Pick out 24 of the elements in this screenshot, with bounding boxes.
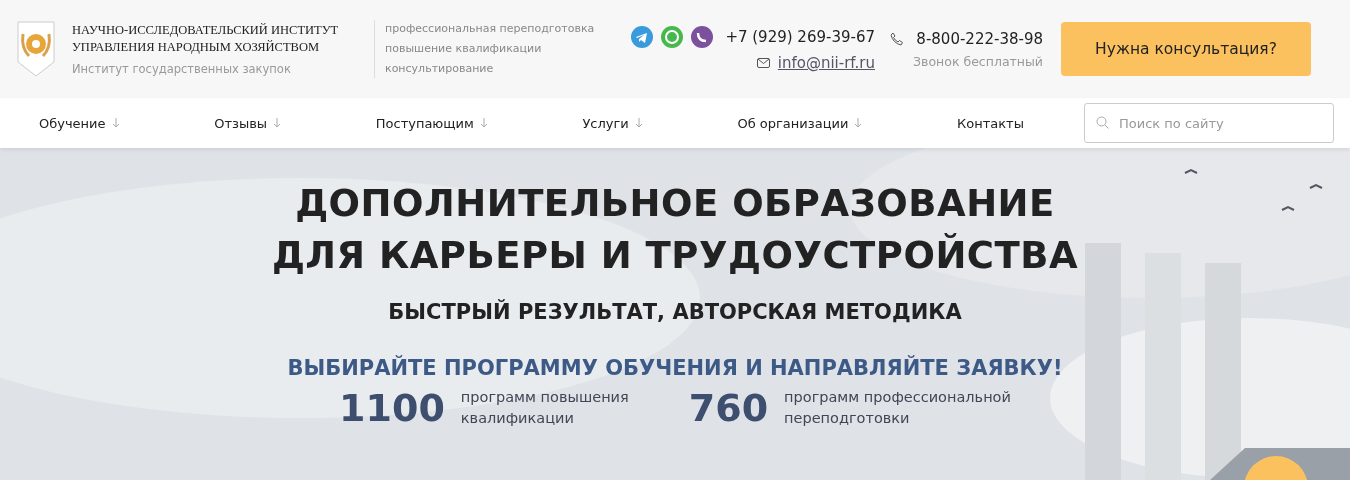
stat-number: 760 — [688, 386, 769, 430]
organization-name: НАУЧНО-ИССЛЕДОВАТЕЛЬСКИЙ ИНСТИТУТ УПРАВЛЕНИЯ НАРОДНЫМ ХОЗЯЙСТВОМ — [72, 22, 340, 56]
stat-number: 1100 — [339, 386, 445, 430]
stat-label: программ повышения квалификации — [460, 388, 629, 428]
consultation-button[interactable]: Нужна консультация? — [1061, 22, 1311, 76]
service-text: повышение квалификации — [385, 41, 543, 57]
hero-title: ДОПОЛНИТЕЛЬНОЕ ОБРАЗОВАНИЕ ДЛЯ КАРЬЕРЫ И ТРУДОУСТРОЙСТВА — [271, 181, 1079, 279]
nav-item[interactable]: Услуги — [582, 115, 643, 131]
organization-subtitle: Институт государственных закупок — [72, 62, 292, 76]
nav-item[interactable]: Контакты — [957, 115, 1024, 131]
nav-item[interactable]: Обучение — [39, 115, 120, 131]
nav-item[interactable]: Отзывы — [214, 115, 282, 131]
nav-item[interactable]: Поступающим — [375, 115, 488, 131]
service-text: профессиональная переподготовка — [385, 21, 596, 37]
phone-number[interactable]: 8-800-222-38-98 — [916, 29, 1043, 48]
email-link[interactable]: info@nii-rf.ru — [777, 54, 875, 72]
service-text: консультирование — [385, 61, 495, 77]
nav-item[interactable]: Об организации — [737, 115, 863, 131]
stat-label: программ профессиональной переподготовки — [784, 388, 1011, 428]
call-to-action-text: ВЫБИРАЙТЕ ПРОГРАММУ ОБУЧЕНИЯ И НАПРАВЛЯЙТЕ ЗАЯВКУ! — [287, 356, 1063, 380]
free-call-note: Звонок бесплатный — [913, 53, 1043, 69]
search-field[interactable]: Поиск по сайту — [1084, 103, 1334, 143]
hero-subtitle: БЫСТРЫЙ РЕЗУЛЬТАТ, АВТОРСКАЯ МЕТОДИКА — [388, 300, 962, 324]
phone-number[interactable]: +7 (929) 269-39-67 — [725, 28, 875, 46]
